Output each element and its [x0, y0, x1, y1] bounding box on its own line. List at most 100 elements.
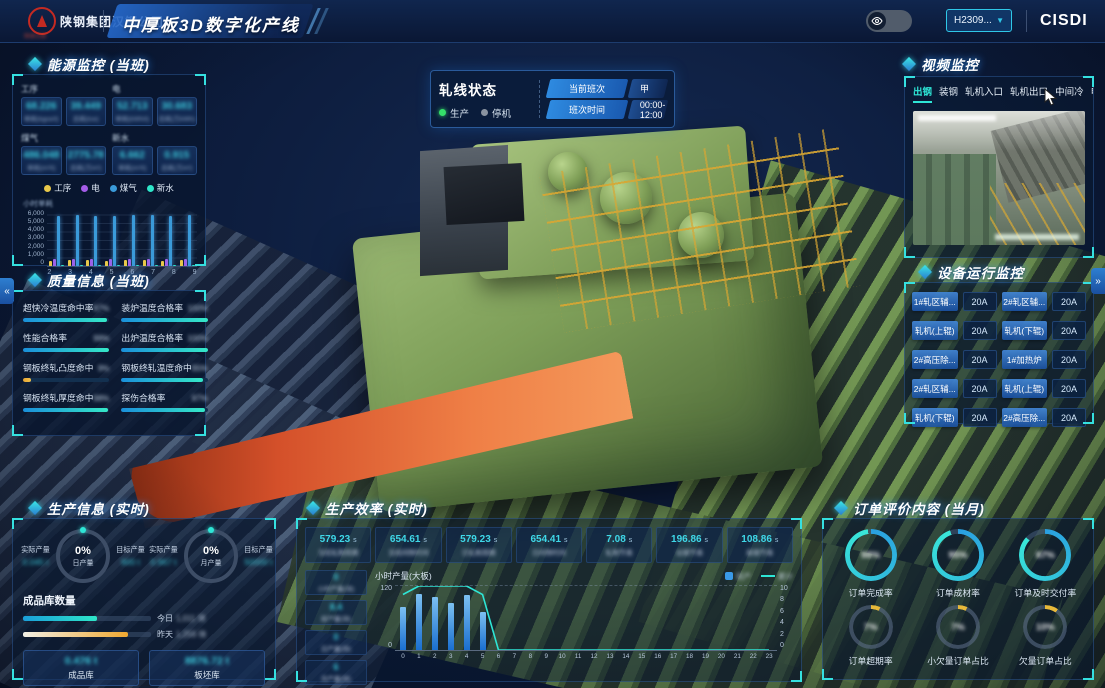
efficiency-stat-value: 579.23 s	[320, 534, 357, 545]
quality-bar-fill	[121, 378, 203, 382]
order-donut-label: 订单超期率	[849, 654, 893, 667]
video-tab-中间冷[interactable]: 中间冷	[1055, 84, 1084, 103]
energy-legend-item: 工序	[44, 182, 71, 194]
quality-item-row: 钢板终轧凸度命中9%	[23, 361, 109, 374]
efficiency-stat-card: 654.41 s日间隙时间	[516, 527, 582, 563]
x-tick-label: 12	[586, 653, 602, 660]
y-tick-label: 1,000	[21, 251, 44, 258]
quality-bar-track	[23, 348, 109, 352]
order-donut-value: 7%	[936, 605, 980, 649]
shift-time-value-chip: 00:00-12:00	[628, 100, 668, 119]
series-bar	[173, 265, 176, 266]
device-current-value: 20A	[963, 350, 997, 369]
device-name-chip[interactable]: 1#轧区辅...	[912, 292, 958, 311]
panel-diamond-icon	[28, 501, 42, 515]
energy-stat-value: 30.683	[161, 101, 192, 112]
efficiency-stat-label: 当班间隙时间	[388, 547, 429, 557]
series-bar	[90, 259, 93, 266]
quality-item-label: 钢板终轧厚度命中	[23, 391, 93, 404]
quality-item-row: 探伤合格率97%	[121, 391, 207, 404]
status-legend-stopped: 停机	[481, 106, 511, 120]
video-tab-装钢[interactable]: 装钢	[939, 84, 958, 103]
device-name-chip[interactable]: 2#高压除...	[912, 350, 958, 369]
energy-panel-title: 能源监控 (当班)	[30, 54, 150, 74]
efficiency-stat-card: 7.08 s轧制节奏	[586, 527, 652, 563]
device-current-value: 20A	[963, 292, 997, 311]
device-name-chip[interactable]: 2#轧区辅...	[912, 379, 958, 398]
order-donut-cell: 7% 订单超期率	[827, 605, 914, 667]
y-tick-label: 0	[375, 642, 392, 649]
energy-stat-unit: 总耗(万m³)	[161, 162, 192, 172]
y-tick-label-right: 2	[780, 631, 793, 638]
hour-legend-item: 累计	[761, 571, 793, 582]
inventory-card-value: 0.476 t	[65, 655, 98, 667]
panel-diamond-icon	[918, 265, 932, 279]
cctv-video-feed[interactable]	[913, 111, 1085, 245]
gauge-right-label: 目标产量	[114, 545, 147, 555]
series-bar	[188, 215, 191, 266]
gauge-left-value: 0.045 t	[19, 557, 52, 567]
series-bar	[192, 265, 195, 266]
bar-cluster	[124, 215, 139, 266]
efficiency-stat-value: 7.08 s	[606, 534, 632, 545]
bar-cluster	[161, 216, 176, 266]
energy-stat-unit: 总耗(万m³)	[70, 162, 101, 172]
quality-item: 性能合格率99%	[23, 331, 109, 352]
cisdi-logo: CISDI	[1040, 12, 1088, 30]
scheme-dropdown[interactable]: H2309... ▼	[946, 9, 1012, 32]
device-name-chip[interactable]: 1#加热炉	[1002, 350, 1048, 369]
video-tab-电加热[interactable]: 电加热	[1091, 84, 1093, 103]
order-donut-label: 小欠量订单占比	[927, 654, 989, 667]
series-bar	[165, 259, 168, 266]
hour-legend-item: 班产	[725, 571, 751, 582]
quality-item-label: 探伤合格率	[121, 391, 165, 404]
production-gauge-group: 实际产量0.967 t0%月产量目标产量50000 t	[147, 529, 275, 583]
left-panel-collapse-handle[interactable]: «	[0, 278, 14, 304]
quality-item-label: 钢板终轧温度命中	[121, 361, 191, 374]
inventory-bar-fill	[23, 616, 97, 621]
inventory-bar-row: 今日1,011 块	[23, 613, 265, 624]
quality-item-label: 性能合格率	[23, 331, 67, 344]
progress-ring: 0%日产量	[56, 529, 110, 583]
status-title: 轧线状态	[439, 79, 531, 99]
device-name-chip[interactable]: 轧机(下辊)	[912, 408, 958, 427]
inventory-bar-value: 1,259 块	[176, 629, 206, 640]
production-gauge-group: 实际产量0.045 t0%日产量目标产量900 t	[19, 529, 147, 583]
energy-stat-value: 68.226	[26, 101, 57, 112]
video-tab-轧机出口[interactable]: 轧机出口	[1010, 84, 1048, 103]
efficiency-side-card: 8.4班产量(块)	[305, 600, 367, 625]
quality-bar-fill	[23, 318, 107, 322]
video-tab-轧机入口[interactable]: 轧机入口	[965, 84, 1003, 103]
panel-diamond-icon	[28, 273, 42, 287]
efficiency-stat-value: 654.41 s	[530, 534, 567, 545]
device-name-chip[interactable]: 轧机(上辊)	[1002, 379, 1048, 398]
page-title: 中厚板3D数字化产线	[122, 11, 300, 36]
hour-bar	[400, 607, 406, 650]
gauge-left-stat: 实际产量0.967 t	[147, 545, 180, 567]
video-panel-title: 视频监控	[904, 54, 979, 74]
hourly-output-chart: 小时产量(大板) 班产累计 1200 1086420 0123456789101…	[375, 570, 793, 685]
y-tick-label: 2,000	[21, 243, 44, 250]
status-divider	[539, 80, 541, 118]
device-name-chip[interactable]: 2#高压除...	[1002, 408, 1048, 427]
order-donut: 7%	[849, 605, 893, 649]
device-name-chip[interactable]: 轧机(下辊)	[1002, 321, 1048, 340]
device-name-chip[interactable]: 轧机(上辊)	[912, 321, 958, 340]
x-tick-label: 1	[411, 653, 427, 660]
right-panel-collapse-handle[interactable]: »	[1091, 268, 1105, 294]
x-tick-label: 20	[713, 653, 729, 660]
bar-cluster	[49, 216, 64, 266]
quality-item: 超快冷温度命中率97%	[23, 301, 109, 322]
video-tab-出钢[interactable]: 出钢	[913, 84, 932, 103]
visibility-toggle[interactable]	[866, 10, 912, 32]
device-name-chip[interactable]: 2#轧区辅...	[1002, 292, 1048, 311]
device-monitor-panel: 1#轧区辅...20A2#轧区辅...20A轧机(上辊)20A轧机(下辊)20A…	[904, 282, 1094, 424]
side-card-value: 6	[333, 662, 338, 672]
energy-stat-value: 52.713	[117, 101, 148, 112]
bar-cluster	[180, 215, 195, 266]
company-sub-label: 陕钢汉钢	[24, 32, 46, 40]
video-panel: 出钢装钢轧机入口轧机出口中间冷 电加热	[904, 76, 1094, 258]
rolling-line-status-panel: 轧线状态 生产 停机 当前班次 甲 班次时间 00:00-12:00	[430, 70, 675, 128]
efficiency-stat-unit: s	[773, 537, 778, 544]
efficiency-side-card: 0小时产量(块)	[305, 570, 367, 595]
